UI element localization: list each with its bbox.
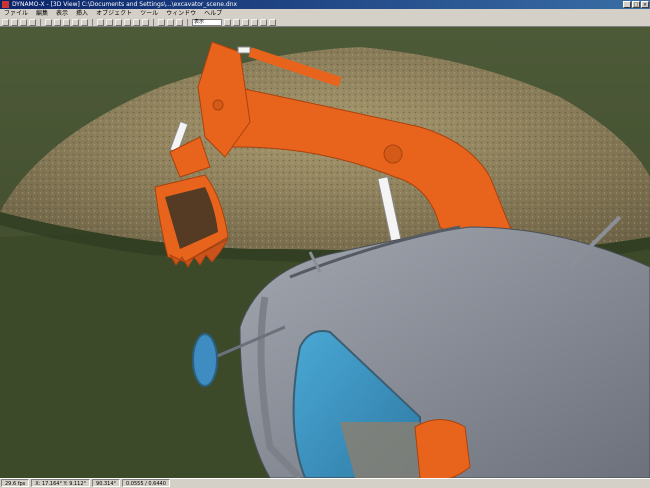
stick-pivot: [212, 99, 224, 111]
menu-edit[interactable]: 編集: [32, 9, 52, 18]
status-angle: 90.314°: [92, 479, 121, 487]
status-scene: 0.0555 / 0.6440: [122, 479, 170, 487]
close-button[interactable]: ×: [641, 1, 649, 8]
zoom-select[interactable]: 表示: [192, 18, 222, 26]
menu-tools[interactable]: ツール: [136, 9, 162, 18]
window-titlebar[interactable]: DYNAMO-X - [3D View] C:\Documents and Se…: [0, 0, 650, 9]
toolbar-separator: [187, 18, 188, 26]
select-icon[interactable]: [97, 18, 104, 26]
maximize-button[interactable]: □: [632, 1, 640, 8]
side-mirror: [192, 333, 218, 387]
menu-bar: ファイル 編集 表示 挿入 オブジェクト ツール ウィンドウ ヘルプ: [0, 9, 650, 18]
camera-icon[interactable]: [133, 18, 140, 26]
status-fps: 29.6 fps: [1, 479, 30, 487]
boom-pivot: [383, 144, 403, 164]
zoom-out-icon[interactable]: [233, 18, 240, 26]
paste-icon[interactable]: [63, 18, 70, 26]
undo-icon[interactable]: [72, 18, 79, 26]
hydraulic-rod-upper: [237, 46, 251, 54]
grid-icon[interactable]: [260, 18, 267, 26]
scene-canvas: [0, 27, 650, 478]
toolbar: 表示: [0, 18, 650, 27]
menu-file[interactable]: ファイル: [0, 9, 32, 18]
menu-help[interactable]: ヘルプ: [200, 9, 226, 18]
zoom-in-icon[interactable]: [224, 18, 231, 26]
open-icon[interactable]: [11, 18, 18, 26]
menu-object[interactable]: オブジェクト: [92, 9, 136, 18]
rotate-icon[interactable]: [115, 18, 122, 26]
print-icon[interactable]: [29, 18, 36, 26]
window-controls: _ □ ×: [623, 1, 649, 8]
save-icon[interactable]: [20, 18, 27, 26]
redo-icon[interactable]: [81, 18, 88, 26]
cut-icon[interactable]: [45, 18, 52, 26]
move-icon[interactable]: [106, 18, 113, 26]
new-icon[interactable]: [2, 18, 9, 26]
toolbar-separator: [92, 18, 93, 26]
pan-icon[interactable]: [242, 18, 249, 26]
minimize-button[interactable]: _: [623, 1, 631, 8]
menu-window[interactable]: ウィンドウ: [162, 9, 200, 18]
toolbar-separator: [153, 18, 154, 26]
stop-icon[interactable]: [176, 18, 183, 26]
help-icon[interactable]: [269, 18, 276, 26]
window-title: DYNAMO-X - [3D View] C:\Documents and Se…: [12, 1, 238, 8]
3d-viewport[interactable]: [0, 27, 650, 478]
menu-insert[interactable]: 挿入: [72, 9, 92, 18]
toolbar-separator: [40, 18, 41, 26]
light-icon[interactable]: [142, 18, 149, 26]
play-icon[interactable]: [167, 18, 174, 26]
render-icon[interactable]: [158, 18, 165, 26]
copy-icon[interactable]: [54, 18, 61, 26]
app-icon: [2, 1, 9, 8]
scale-icon[interactable]: [124, 18, 131, 26]
orbit-icon[interactable]: [251, 18, 258, 26]
status-position: X: 17.164° Y: 9.112°: [31, 479, 91, 487]
cab-orange-light: [414, 419, 471, 478]
status-bar: 29.6 fps X: 17.164° Y: 9.112° 90.314° 0.…: [0, 478, 650, 487]
menu-view[interactable]: 表示: [52, 9, 72, 18]
